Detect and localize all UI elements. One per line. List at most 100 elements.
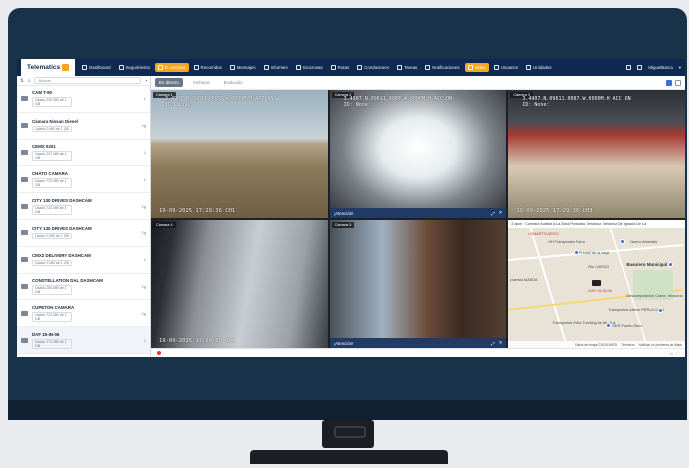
nav-item-2[interactable]: E. Asocies — [155, 63, 189, 72]
unit-list-item[interactable]: DAF 15-IN-06 Usado 171 MB de 1 GB 1 — [17, 327, 150, 354]
nav-item-8[interactable]: Conductores — [354, 63, 392, 72]
fullscreen-icon[interactable]: ⛶ — [676, 351, 679, 356]
unit-list-item[interactable]: CMX2 DELIVERY DASHCAM Usado 0 MB de 1 GB 1 — [17, 247, 150, 274]
record-icon[interactable] — [157, 351, 161, 355]
camera-tile-4[interactable]: Cámara 4 19-09-2025 17:29:36 CH4 — [151, 220, 328, 348]
search-input[interactable]: Buscar — [34, 77, 142, 84]
nav-item-4[interactable]: Mensajes — [227, 63, 259, 72]
nav-icon — [397, 65, 403, 70]
map-tile[interactable]: 2 dpch · Corredor Auxiliar A La Zona Por… — [508, 220, 685, 348]
unit-text: CITY 130 DRIVES DASHCAM Usado 722 MB de 1… — [32, 198, 138, 215]
vehicle-icon — [21, 149, 28, 155]
unit-channel-count: 2g — [141, 283, 146, 289]
map-report-link[interactable]: Notificar un problema de Maps — [639, 343, 682, 347]
unit-list-item[interactable]: CITY 130 DRIVES DASHCAM Usado 722 MB de 1… — [17, 193, 150, 220]
camera-grid: Cámara 1 3.4907.N.09611.0087.W.0000M.H A… — [151, 90, 685, 348]
grid-icon[interactable] — [626, 65, 632, 70]
grid-layout-icon[interactable] — [666, 79, 672, 86]
chevron-down-icon[interactable]: ▾ — [679, 65, 681, 71]
vehicle-icon — [21, 176, 28, 182]
nav-item-5[interactable]: Informes — [261, 63, 291, 72]
unit-name: CITY 130 DRIVES DASHCAM — [32, 197, 92, 203]
unit-list-item[interactable]: Cámara Nissan Diesel Usado 0 MB de 1 GB 2g — [17, 113, 150, 140]
vehicle-icon — [21, 203, 28, 209]
unit-text: CAM T-90 Usado 230 MB de 1 GB — [32, 90, 140, 108]
unit-name: CITY 130 DRIVES DASHCAM — [32, 226, 92, 232]
camera-tile-2[interactable]: Cámara 2 3.4907.N.09611.0087.W.0000M.H A… — [329, 90, 507, 218]
volume-icon[interactable]: ◁ — [669, 351, 672, 356]
close-icon[interactable]: ✕ — [499, 340, 503, 346]
map-label: Descomposición Crane, Veracruz — [626, 294, 683, 298]
map-attribution: Datos del mapa ©2025 INEGI — [575, 342, 618, 347]
camera-tile-1[interactable]: Cámara 1 3.4907.N.09611.0087.W.0000M.H A… — [151, 90, 328, 218]
unit-text: CHATO CAMARA Usado 722 MB de 1 GB — [32, 171, 140, 188]
osd-line-2: ID: None: — [165, 102, 193, 108]
nav-item-6[interactable]: Geozonas — [293, 63, 326, 72]
list-icon[interactable]: ≡ — [28, 78, 31, 83]
nav-item-label: Video — [474, 65, 486, 70]
map-label: GKE Puerto Seco — [612, 324, 643, 328]
expand-icon[interactable]: ⤢ — [491, 341, 495, 346]
unit-list-item[interactable]: CHATO CAMARA Usado 722 MB de 1 GB 1 — [17, 166, 150, 194]
camera-timestamp: 19-09-2025 17:29:36 CH1 — [159, 208, 236, 214]
nav-item-9[interactable]: Tareas — [394, 63, 420, 72]
nav-item-label: Unidades — [533, 65, 552, 70]
nav-item-3[interactable]: Recorridos — [191, 63, 225, 72]
nav-item-1[interactable]: Seguimiento — [116, 63, 153, 72]
user-icon[interactable] — [637, 65, 643, 70]
nav-item-label: Conductores — [364, 65, 390, 70]
nav-item-0[interactable]: Dashboard — [79, 63, 113, 72]
tab-live[interactable]: En directo — [155, 78, 183, 87]
nav-item-11[interactable]: Video — [464, 63, 489, 72]
nav-item-12[interactable]: Usuarios — [491, 63, 521, 72]
vehicle-icon — [21, 310, 28, 316]
expand-icon[interactable]: ⤢ — [491, 211, 495, 216]
unit-storage: Usado 722 MB de 1 GB — [32, 177, 72, 188]
unit-list-item[interactable]: CONSTELLATION DAL DASHCAM Usado 260 MB de… — [17, 274, 150, 301]
nav-icon — [493, 65, 499, 70]
logo-icon — [62, 64, 70, 71]
nav-item-label: E. Asocies — [165, 65, 186, 70]
unit-list-item[interactable]: CAM T-90 Usado 230 MB de 1 GB 1 — [17, 86, 150, 113]
video-content: En directo Archivos Evolución Cámara 1 3… — [151, 76, 685, 357]
camera-label: Cámara 4 — [153, 222, 176, 228]
nav-item-label: Informes — [270, 65, 288, 70]
map-label: HH Transportes Farro — [548, 240, 586, 244]
camera-tile-3[interactable]: Cámara 3 3.4907.N.09611.0087.W.0000M.H A… — [508, 90, 685, 218]
unit-list-item[interactable]: CEMX 0201 Usado 227 MB de 1 GB 1 — [17, 140, 150, 167]
vehicle-icon — [21, 283, 28, 289]
unit-storage: Usado 0 MB de 1 GB — [32, 126, 72, 133]
vehicle-icon — [21, 96, 28, 102]
unit-channel-count: 1 — [143, 96, 146, 102]
camera-icon[interactable]: ▪ — [145, 78, 147, 83]
video-footer: ◁ ⛶ — [151, 348, 685, 357]
unit-storage: Usado 230 MB de 1 GB — [32, 97, 72, 108]
unit-list-item[interactable]: CITY 130 DRIVES DASHCAM Usado 0 MB de 1 G… — [17, 220, 150, 247]
unit-sidebar: ⇅ ≡ Buscar ▪ CAM T-90 Usado 230 MB de 1 G… — [17, 76, 151, 357]
vehicle-marker-icon[interactable] — [592, 280, 602, 286]
close-icon[interactable]: ✕ — [499, 210, 503, 216]
filter-icon[interactable]: ⇅ — [20, 78, 24, 84]
camera-osd: 3.4907.N.09611.0087.W.0000M.H ACC ON ID: … — [165, 96, 273, 108]
nav-item-13[interactable]: Unidades — [523, 63, 555, 72]
unit-list-item[interactable]: CUPETON CAMARA Usado 722 MB de 1 GB 2g — [17, 300, 150, 328]
nav-item-label: Mensajes — [236, 65, 256, 70]
nav-item-10[interactable]: Notificaciones — [422, 63, 462, 72]
camera-osd: 3.4907.N.09611.0087.W.0000M.H ACC ON ID: … — [522, 96, 630, 108]
main-area: ⇅ ≡ Buscar ▪ CAM T-90 Usado 230 MB de 1 G… — [17, 76, 685, 357]
camera-tile-5[interactable]: Cámara 5 ¡Atención! ⤢ ✕ — [329, 220, 507, 348]
map-terms-link[interactable]: Términos — [621, 343, 634, 347]
unit-channel-count: 2g — [141, 203, 146, 209]
tab-evolution[interactable]: Evolución — [220, 78, 247, 87]
user-name[interactable]: MiguelBarca — [648, 65, 672, 70]
nav-icon — [467, 65, 473, 70]
vehicle-icon — [21, 337, 28, 343]
nav-item-7[interactable]: Rutas — [328, 63, 352, 72]
single-layout-icon[interactable] — [675, 79, 681, 86]
top-navigation: Telematics Dashboard Seguimiento E. Asocie… — [17, 59, 685, 76]
app-logo[interactable]: Telematics — [21, 59, 76, 76]
tab-files[interactable]: Archivos — [189, 78, 214, 87]
map-footer: Datos del mapa ©2025 INEGI Términos Noti… — [508, 341, 685, 348]
screen: Telematics Dashboard Seguimiento E. Asocie… — [17, 59, 685, 357]
nav-right: MiguelBarca ▾ — [626, 65, 681, 71]
